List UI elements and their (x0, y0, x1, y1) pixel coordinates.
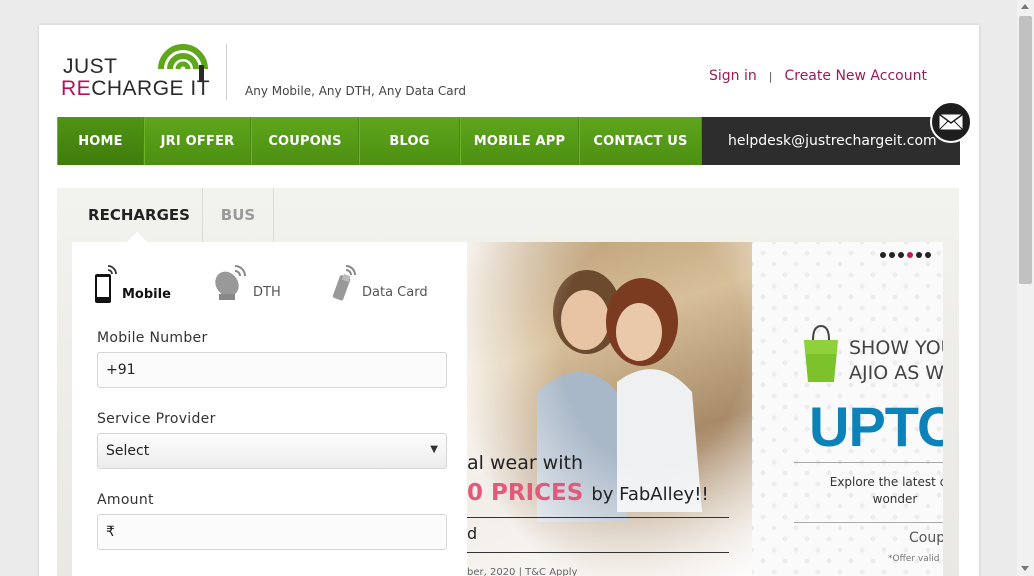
nav-blog[interactable]: BLOG (359, 117, 460, 165)
service-provider-label: Service Provider (97, 411, 216, 427)
page-container: JUST RECHARGE IT Any Mobile, Any DTH, An… (39, 25, 979, 576)
logo-text-recharge: RECHARGE IT (61, 77, 211, 100)
banner-headline: al wear with (467, 452, 583, 474)
mail-button[interactable] (930, 101, 972, 143)
vertical-scrollbar[interactable] (1017, 0, 1034, 576)
helpdesk-email[interactable]: helpdesk@justrechargeit.com (702, 117, 960, 165)
promo-carousel[interactable]: al wear with 0 PRICES by FabAlley!! d be… (467, 242, 943, 576)
tagline: Any Mobile, Any DTH, Any Data Card (245, 84, 466, 98)
banner-code-line: d (467, 524, 478, 543)
active-tab-pointer (127, 232, 147, 242)
mobile-number-label: Mobile Number (97, 330, 208, 346)
scrollbar-thumb[interactable] (1019, 16, 1032, 284)
account-links: Sign in | Create New Account (709, 68, 927, 84)
carousel-dot[interactable] (889, 252, 895, 258)
amount-label: Amount (97, 492, 154, 508)
envelope-icon (939, 114, 963, 130)
nav-coupons[interactable]: COUPONS (251, 117, 359, 165)
sign-in-link[interactable]: Sign in (709, 68, 757, 84)
create-account-link[interactable]: Create New Account (784, 68, 926, 84)
nav-mobile-app[interactable]: MOBILE APP (460, 117, 579, 165)
nav-home[interactable]: HOME (57, 117, 144, 165)
carousel-dot[interactable] (925, 252, 931, 258)
tab-bus[interactable]: BUS (202, 188, 274, 242)
mobile-phone-icon (95, 265, 117, 303)
carousel-dot-active[interactable] (907, 252, 913, 258)
promo-upto: UPTO (809, 395, 943, 458)
type-mobile[interactable]: Mobile (94, 264, 171, 304)
mobile-number-input[interactable]: +91 (97, 352, 447, 388)
carousel-dot[interactable] (916, 252, 922, 258)
satellite-dish-icon (215, 265, 246, 300)
link-separator: | (768, 70, 773, 83)
promo-coupon-text: Coup (909, 530, 943, 546)
banner-divider-bottom (467, 552, 729, 553)
photo-fade-overlay (467, 242, 752, 576)
shopping-bag-icon (804, 324, 838, 382)
site-logo[interactable]: JUST RECHARGE IT (61, 39, 211, 101)
recharge-form: Mobile DTH Data Card Mobile Number +91 S… (72, 242, 467, 576)
scroll-down-arrow-icon[interactable] (1021, 566, 1029, 571)
type-dth-label: DTH (253, 285, 281, 300)
banner-price-line: 0 PRICES by FabAlley!! (467, 480, 709, 506)
type-datacard[interactable]: Data Card (332, 264, 428, 302)
banner-divider-top (467, 517, 729, 518)
type-mobile-label: Mobile (122, 287, 171, 302)
nav-jri-offer[interactable]: JRI OFFER (144, 117, 251, 165)
main-nav: HOME JRI OFFER COUPONS BLOG MOBILE APP C… (57, 117, 702, 165)
carousel-dot[interactable] (898, 252, 904, 258)
carousel-dots (880, 252, 931, 258)
header-divider (226, 44, 227, 100)
amount-input[interactable]: ₹ (97, 514, 447, 550)
logo-text-just: JUST (63, 55, 118, 78)
banner-fine-print: ber, 2020 | T&C Apply (467, 567, 578, 576)
promo-offer-text: *Offer valid (888, 554, 940, 564)
type-dth[interactable]: DTH (213, 264, 281, 302)
usb-dongle-icon (332, 265, 356, 301)
ajio-promo: SHOW YOUAJIO AS WE UPTO Explore the late… (752, 242, 943, 576)
chevron-down-icon: ▼ (430, 444, 438, 455)
promo-show-text: SHOW YOUAJIO AS WE (849, 337, 943, 384)
scroll-up-arrow-icon[interactable] (1021, 4, 1029, 9)
service-provider-select[interactable]: Select ▼ (97, 433, 447, 469)
promo-divider-bottom (794, 522, 943, 523)
service-provider-value: Select (106, 443, 150, 459)
carousel-dot[interactable] (880, 252, 886, 258)
type-datacard-label: Data Card (362, 285, 428, 300)
service-tab-panel: RECHARGES BUS Mobile DTH Data Card Mobil… (57, 188, 959, 576)
promo-explore-text: Explore the latest collwonder (829, 475, 943, 506)
promo-divider-top (794, 462, 943, 463)
nav-contact-us[interactable]: CONTACT US (579, 117, 702, 165)
